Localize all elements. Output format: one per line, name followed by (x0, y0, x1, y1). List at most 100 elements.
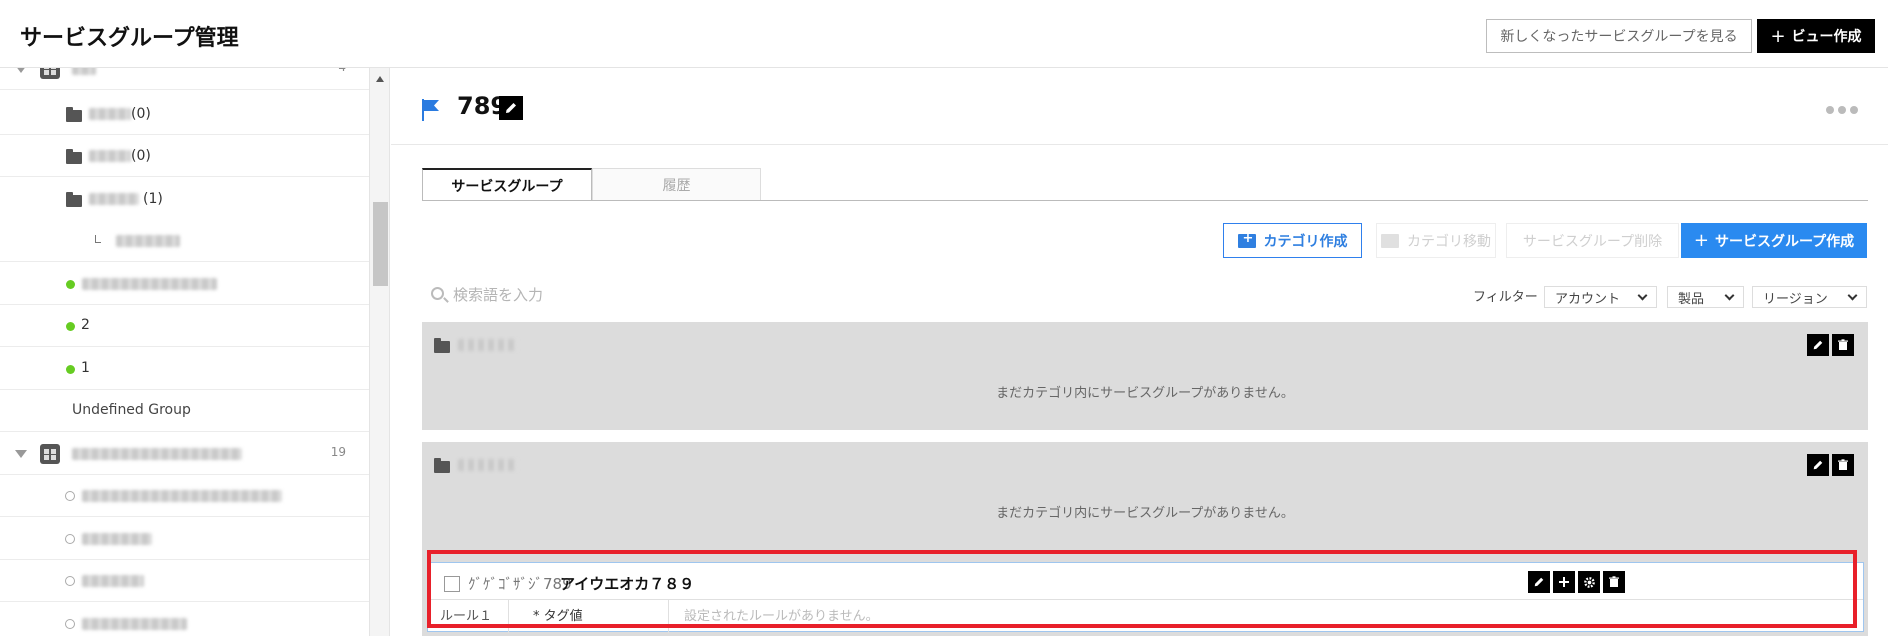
trash-icon (1837, 459, 1849, 471)
tree-service-row[interactable] (0, 560, 369, 602)
move-category-label: カテゴリ移動 (1407, 233, 1491, 250)
tree-service-row[interactable]: 1 (0, 348, 369, 390)
tree-service-row[interactable] (0, 263, 369, 305)
plus-icon: + (1693, 230, 1709, 251)
folder-icon (434, 338, 450, 353)
category-name (458, 459, 518, 471)
tree-elbow-icon (95, 235, 101, 243)
edit-title-button[interactable] (499, 96, 523, 120)
add-rule-button[interactable] (1553, 571, 1575, 593)
region-filter-value: リージョン (1763, 291, 1828, 307)
tab-service-group[interactable]: サービスグループ (422, 168, 592, 201)
delete-group-button[interactable] (1603, 571, 1625, 593)
status-dot-icon (66, 280, 75, 289)
tree-service-label (82, 575, 144, 587)
category-panel[interactable]: まだカテゴリ内にサービスグループがありません。 (422, 322, 1868, 430)
create-view-label: ビュー作成 (1791, 29, 1862, 45)
folder-plus-icon (1237, 231, 1256, 248)
tree-folder-row[interactable]: (1) (0, 178, 369, 220)
delete-category-button[interactable] (1832, 454, 1854, 476)
sidebar-scroll-thumb[interactable] (373, 202, 388, 286)
move-category-button[interactable]: カテゴリ移動 (1376, 223, 1496, 258)
service-group-kana: ｸﾞｹﾞｺﾞｻﾞｼﾞ789 (468, 575, 572, 593)
group-grid-icon (40, 68, 60, 79)
create-category-button[interactable]: カテゴリ作成 (1223, 223, 1362, 258)
tree-service-label (82, 278, 217, 290)
rule-separator (668, 599, 669, 633)
status-dot-icon (66, 322, 75, 331)
chevron-down-icon (1724, 290, 1735, 301)
status-circle-icon (65, 619, 75, 629)
edit-category-button[interactable] (1807, 334, 1829, 356)
tree-service-row[interactable] (0, 475, 369, 517)
caret-down-icon[interactable] (15, 68, 27, 73)
delete-category-button[interactable] (1832, 334, 1854, 356)
chevron-down-icon (1637, 290, 1648, 301)
tree-group-label: Undefined Group (72, 402, 191, 418)
rule-divider (428, 599, 1863, 600)
category-empty-message: まだカテゴリ内にサービスグループがありません。 (996, 506, 1294, 521)
pencil-icon (1812, 339, 1824, 351)
delete-service-group-button[interactable]: サービスグループ削除 (1506, 223, 1679, 258)
tree-group-row[interactable]: 19 (0, 433, 369, 475)
rule-label: ルール１ (440, 609, 493, 624)
rule-separator (508, 599, 509, 633)
tree-folder-label (89, 193, 139, 205)
service-group-item[interactable]: ｸﾞｹﾞｺﾞｻﾞｼﾞ789 アイウエオカ７８９ ルール１ * タグ値 設定された… (427, 562, 1864, 633)
main-panel: 789 サービスグループ 履歴 カテゴリ作成 カテゴリ移動 サービスグループ削除… (391, 68, 1888, 636)
tree-service-row[interactable]: 2 (0, 305, 369, 347)
sidebar-scrollbar[interactable] (370, 68, 390, 636)
tab-underline (422, 200, 1868, 201)
tree-service-label: 1 (81, 360, 90, 376)
tree-service-label (82, 490, 282, 502)
scroll-up-arrow-icon[interactable] (376, 76, 384, 82)
tree-folder-label (89, 150, 131, 162)
tree-folder-count: (0) (131, 106, 151, 122)
group-settings-button[interactable] (1578, 571, 1600, 593)
create-view-button[interactable]: + ビュー作成 (1757, 19, 1875, 53)
tab-history[interactable]: 履歴 (592, 168, 761, 200)
tree-undefined-group-row[interactable]: Undefined Group (0, 390, 369, 432)
tree-group-row[interactable]: 4 (0, 68, 369, 90)
flag-icon (421, 98, 441, 122)
tree-folder-row[interactable]: (0) (0, 135, 369, 177)
tree-subitem-label (116, 235, 180, 247)
pencil-icon (1533, 576, 1545, 588)
service-group-name: アイウエオカ７８９ (560, 575, 695, 593)
region-filter-select[interactable]: リージョン (1752, 286, 1867, 308)
rule-empty-message: 設定されたルールがありません。 (684, 609, 879, 624)
folder-icon (434, 458, 450, 473)
gear-icon (1583, 576, 1596, 589)
page-header: サービスグループ管理 新しくなったサービスグループを見る + ビュー作成 (0, 0, 1888, 68)
account-filter-select[interactable]: アカウント (1544, 286, 1657, 308)
page-title: サービスグループ管理 (20, 26, 239, 51)
service-group-checkbox[interactable] (444, 576, 460, 592)
more-options-icon[interactable] (1826, 106, 1858, 114)
folder-move-icon (1381, 233, 1399, 248)
create-service-group-label: サービスグループ作成 (1714, 233, 1855, 250)
tree-service-row[interactable] (0, 603, 369, 636)
view-new-groups-button[interactable]: 新しくなったサービスグループを見る (1486, 19, 1752, 53)
chevron-down-icon (1847, 290, 1858, 301)
trash-icon (1608, 576, 1620, 588)
tree-folder-row[interactable]: (0) (0, 93, 369, 135)
plus-icon: + (1770, 25, 1786, 47)
folder-icon (66, 149, 82, 164)
tree-group-count: 4 (338, 68, 346, 74)
edit-category-button[interactable] (1807, 454, 1829, 476)
search-icon (431, 287, 444, 300)
edit-group-button[interactable] (1528, 571, 1550, 593)
status-dot-icon (66, 365, 75, 374)
tree-service-label (82, 533, 152, 545)
category-name (458, 339, 518, 351)
product-filter-select[interactable]: 製品 (1667, 286, 1744, 308)
tree-service-label: 2 (81, 317, 90, 333)
tree-service-row[interactable] (0, 518, 369, 560)
tree-subitem-row[interactable] (0, 220, 369, 262)
search-input[interactable] (453, 282, 853, 308)
trash-icon (1837, 339, 1849, 351)
tree-group-count: 19 (330, 445, 346, 459)
main-divider (391, 144, 1888, 145)
caret-down-icon[interactable] (15, 450, 27, 458)
create-service-group-button[interactable]: + サービスグループ作成 (1681, 223, 1867, 258)
